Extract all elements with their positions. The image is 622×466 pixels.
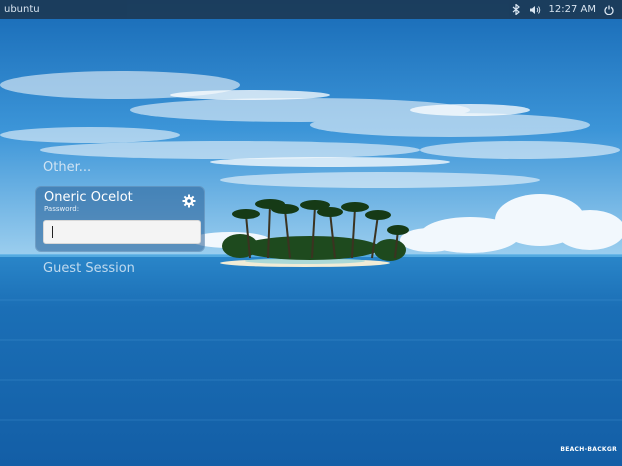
power-icon[interactable]: [604, 5, 614, 15]
wallpaper-watermark: BEACH-BACKGR: [560, 446, 617, 453]
hostname-label: ubuntu: [4, 4, 40, 15]
user-login-box: Oneric Ocelot Password:: [35, 186, 205, 252]
text-cursor: [52, 226, 53, 238]
volume-icon[interactable]: [529, 5, 541, 15]
guest-session-option[interactable]: Guest Session: [43, 261, 135, 276]
other-user-option[interactable]: Other...: [43, 160, 91, 175]
indicator-area: 12:27 AM: [512, 4, 622, 15]
login-screen: ubuntu 12:27 AM Other... Oneric Ocelot P…: [0, 0, 622, 466]
bluetooth-icon[interactable]: [512, 4, 521, 15]
gear-icon[interactable]: [182, 193, 196, 212]
user-name: Oneric Ocelot: [44, 190, 133, 205]
password-label: Password:: [44, 205, 80, 213]
clock-label[interactable]: 12:27 AM: [549, 4, 596, 15]
top-panel: ubuntu 12:27 AM: [0, 0, 622, 19]
password-field[interactable]: [43, 220, 201, 244]
